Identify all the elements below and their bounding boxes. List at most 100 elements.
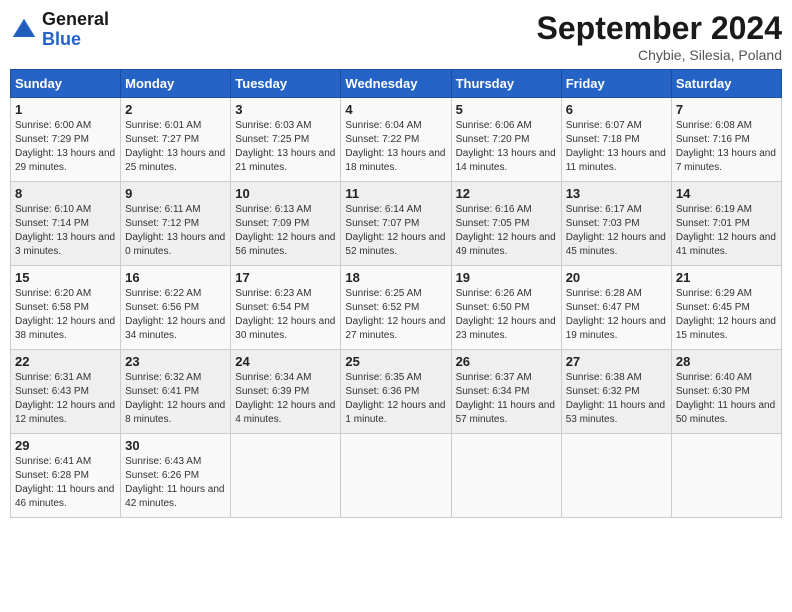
day-number: 1 xyxy=(15,102,116,117)
calendar-cell: 17 Sunrise: 6:23 AMSunset: 6:54 PMDayligh… xyxy=(231,266,341,350)
calendar-header-row: SundayMondayTuesdayWednesdayThursdayFrid… xyxy=(11,70,782,98)
day-number: 11 xyxy=(345,186,446,201)
calendar-cell: 13 Sunrise: 6:17 AMSunset: 7:03 PMDayligh… xyxy=(561,182,671,266)
cell-details: Sunrise: 6:07 AMSunset: 7:18 PMDaylight:… xyxy=(566,119,667,175)
calendar-cell: 16 Sunrise: 6:22 AMSunset: 6:56 PMDayligh… xyxy=(121,266,231,350)
cell-details: Sunrise: 6:14 AMSunset: 7:07 PMDaylight:… xyxy=(345,203,446,259)
calendar-cell: 1 Sunrise: 6:00 AMSunset: 7:29 PMDaylight… xyxy=(11,98,121,182)
day-number: 20 xyxy=(566,270,667,285)
calendar-cell xyxy=(671,434,781,518)
day-number: 10 xyxy=(235,186,336,201)
calendar-week-row: 1 Sunrise: 6:00 AMSunset: 7:29 PMDaylight… xyxy=(11,98,782,182)
cell-details: Sunrise: 6:41 AMSunset: 6:28 PMDaylight:… xyxy=(15,455,116,511)
cell-details: Sunrise: 6:29 AMSunset: 6:45 PMDaylight:… xyxy=(676,287,777,343)
cell-details: Sunrise: 6:38 AMSunset: 6:32 PMDaylight:… xyxy=(566,371,667,427)
cell-details: Sunrise: 6:17 AMSunset: 7:03 PMDaylight:… xyxy=(566,203,667,259)
day-number: 22 xyxy=(15,354,116,369)
calendar-cell: 22 Sunrise: 6:31 AMSunset: 6:43 PMDayligh… xyxy=(11,350,121,434)
calendar-cell: 26Sunrise: 6:37 AMSunset: 6:34 PMDayligh… xyxy=(451,350,561,434)
cell-details: Sunrise: 6:10 AMSunset: 7:14 PMDaylight:… xyxy=(15,203,116,259)
calendar-cell xyxy=(231,434,341,518)
logo: GeneralBlue xyxy=(10,10,109,50)
calendar-week-row: 8 Sunrise: 6:10 AMSunset: 7:14 PMDaylight… xyxy=(11,182,782,266)
day-number: 16 xyxy=(125,270,226,285)
cell-details: Sunrise: 6:04 AMSunset: 7:22 PMDaylight:… xyxy=(345,119,446,175)
cell-details: Sunrise: 6:00 AMSunset: 7:29 PMDaylight:… xyxy=(15,119,116,175)
calendar-week-row: 15 Sunrise: 6:20 AMSunset: 6:58 PMDayligh… xyxy=(11,266,782,350)
cell-details: Sunrise: 6:32 AMSunset: 6:41 PMDaylight:… xyxy=(125,371,226,427)
calendar-cell: 3 Sunrise: 6:03 AMSunset: 7:25 PMDaylight… xyxy=(231,98,341,182)
cell-details: Sunrise: 6:01 AMSunset: 7:27 PMDaylight:… xyxy=(125,119,226,175)
cell-details: Sunrise: 6:43 AMSunset: 6:26 PMDaylight:… xyxy=(125,455,226,511)
header-day-thursday: Thursday xyxy=(451,70,561,98)
day-number: 18 xyxy=(345,270,446,285)
cell-details: Sunrise: 6:26 AMSunset: 6:50 PMDaylight:… xyxy=(456,287,557,343)
day-number: 14 xyxy=(676,186,777,201)
cell-details: Sunrise: 6:13 AMSunset: 7:09 PMDaylight:… xyxy=(235,203,336,259)
calendar-cell: 5 Sunrise: 6:06 AMSunset: 7:20 PMDaylight… xyxy=(451,98,561,182)
calendar-cell: 20 Sunrise: 6:28 AMSunset: 6:47 PMDayligh… xyxy=(561,266,671,350)
cell-details: Sunrise: 6:35 AMSunset: 6:36 PMDaylight:… xyxy=(345,371,446,427)
day-number: 21 xyxy=(676,270,777,285)
header-day-monday: Monday xyxy=(121,70,231,98)
cell-details: Sunrise: 6:25 AMSunset: 6:52 PMDaylight:… xyxy=(345,287,446,343)
calendar-table: SundayMondayTuesdayWednesdayThursdayFrid… xyxy=(10,69,782,518)
day-number: 9 xyxy=(125,186,226,201)
calendar-cell: 18 Sunrise: 6:25 AMSunset: 6:52 PMDayligh… xyxy=(341,266,451,350)
day-number: 15 xyxy=(15,270,116,285)
header-day-saturday: Saturday xyxy=(671,70,781,98)
calendar-cell: 7Sunrise: 6:08 AMSunset: 7:16 PMDaylight… xyxy=(671,98,781,182)
calendar-cell: 25Sunrise: 6:35 AMSunset: 6:36 PMDayligh… xyxy=(341,350,451,434)
calendar-cell xyxy=(451,434,561,518)
calendar-cell: 8 Sunrise: 6:10 AMSunset: 7:14 PMDaylight… xyxy=(11,182,121,266)
calendar-cell: 29 Sunrise: 6:41 AMSunset: 6:28 PMDayligh… xyxy=(11,434,121,518)
calendar-cell: 19 Sunrise: 6:26 AMSunset: 6:50 PMDayligh… xyxy=(451,266,561,350)
cell-details: Sunrise: 6:08 AMSunset: 7:16 PMDaylight:… xyxy=(676,119,777,175)
cell-details: Sunrise: 6:28 AMSunset: 6:47 PMDaylight:… xyxy=(566,287,667,343)
calendar-week-row: 22 Sunrise: 6:31 AMSunset: 6:43 PMDayligh… xyxy=(11,350,782,434)
day-number: 24 xyxy=(235,354,336,369)
cell-details: Sunrise: 6:20 AMSunset: 6:58 PMDaylight:… xyxy=(15,287,116,343)
calendar-cell: 21 Sunrise: 6:29 AMSunset: 6:45 PMDayligh… xyxy=(671,266,781,350)
calendar-week-row: 29 Sunrise: 6:41 AMSunset: 6:28 PMDayligh… xyxy=(11,434,782,518)
calendar-cell: 23 Sunrise: 6:32 AMSunset: 6:41 PMDayligh… xyxy=(121,350,231,434)
page-header: GeneralBlue September 2024 Chybie, Siles… xyxy=(10,10,782,63)
calendar-cell: 30 Sunrise: 6:43 AMSunset: 6:26 PMDayligh… xyxy=(121,434,231,518)
cell-details: Sunrise: 6:11 AMSunset: 7:12 PMDaylight:… xyxy=(125,203,226,259)
calendar-cell xyxy=(341,434,451,518)
day-number: 23 xyxy=(125,354,226,369)
day-number: 3 xyxy=(235,102,336,117)
day-number: 19 xyxy=(456,270,557,285)
cell-details: Sunrise: 6:34 AMSunset: 6:39 PMDaylight:… xyxy=(235,371,336,427)
header-day-wednesday: Wednesday xyxy=(341,70,451,98)
logo-text: GeneralBlue xyxy=(42,10,109,50)
day-number: 8 xyxy=(15,186,116,201)
day-number: 2 xyxy=(125,102,226,117)
cell-details: Sunrise: 6:22 AMSunset: 6:56 PMDaylight:… xyxy=(125,287,226,343)
day-number: 5 xyxy=(456,102,557,117)
day-number: 6 xyxy=(566,102,667,117)
calendar-cell: 12 Sunrise: 6:16 AMSunset: 7:05 PMDayligh… xyxy=(451,182,561,266)
day-number: 4 xyxy=(345,102,446,117)
day-number: 17 xyxy=(235,270,336,285)
day-number: 12 xyxy=(456,186,557,201)
calendar-cell: 15 Sunrise: 6:20 AMSunset: 6:58 PMDayligh… xyxy=(11,266,121,350)
cell-details: Sunrise: 6:23 AMSunset: 6:54 PMDaylight:… xyxy=(235,287,336,343)
calendar-cell: 2 Sunrise: 6:01 AMSunset: 7:27 PMDaylight… xyxy=(121,98,231,182)
calendar-cell: 24 Sunrise: 6:34 AMSunset: 6:39 PMDayligh… xyxy=(231,350,341,434)
calendar-cell: 6 Sunrise: 6:07 AMSunset: 7:18 PMDaylight… xyxy=(561,98,671,182)
header-day-friday: Friday xyxy=(561,70,671,98)
cell-details: Sunrise: 6:03 AMSunset: 7:25 PMDaylight:… xyxy=(235,119,336,175)
day-number: 29 xyxy=(15,438,116,453)
cell-details: Sunrise: 6:16 AMSunset: 7:05 PMDaylight:… xyxy=(456,203,557,259)
cell-details: Sunrise: 6:06 AMSunset: 7:20 PMDaylight:… xyxy=(456,119,557,175)
day-number: 30 xyxy=(125,438,226,453)
cell-details: Sunrise: 6:40 AMSunset: 6:30 PMDaylight:… xyxy=(676,371,777,427)
month-title: September 2024 xyxy=(537,10,782,47)
day-number: 27 xyxy=(566,354,667,369)
calendar-cell xyxy=(561,434,671,518)
calendar-cell: 28Sunrise: 6:40 AMSunset: 6:30 PMDayligh… xyxy=(671,350,781,434)
cell-details: Sunrise: 6:31 AMSunset: 6:43 PMDaylight:… xyxy=(15,371,116,427)
day-number: 26 xyxy=(456,354,557,369)
day-number: 13 xyxy=(566,186,667,201)
